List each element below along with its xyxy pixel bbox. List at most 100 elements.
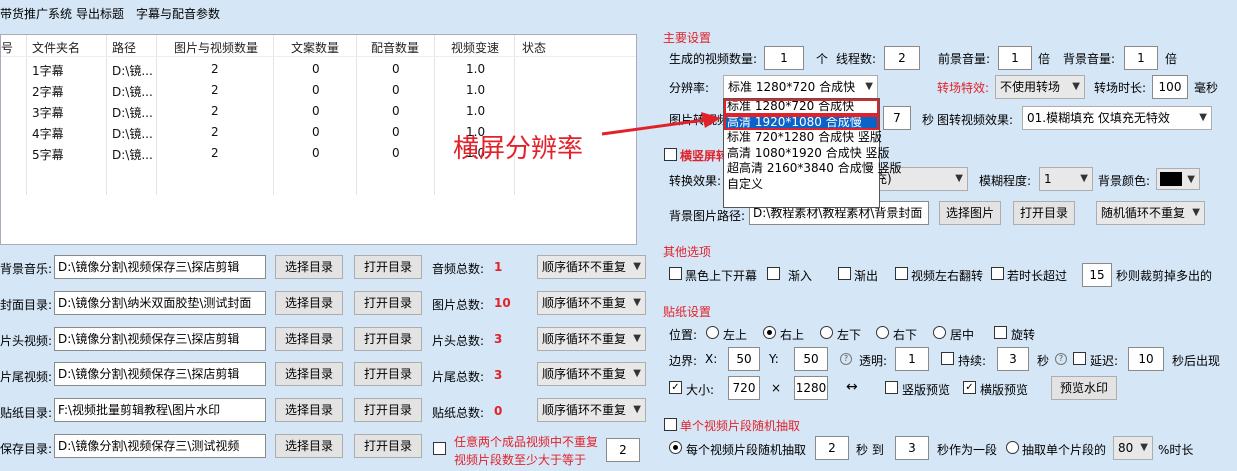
save-select-button[interactable]: 选择目录	[275, 434, 343, 458]
outro-mode-select[interactable]: 顺序循环不重复 ▼	[537, 362, 646, 386]
tab-export-title[interactable]: 导出标题	[76, 5, 124, 22]
image-effect-select[interactable]: 01.模糊填充 仅填充无特效 ▼	[1022, 106, 1212, 130]
outro-select-button[interactable]: 选择目录	[275, 362, 343, 386]
transition-select[interactable]: 不使用转场 ▼	[995, 75, 1085, 99]
cover-open-button[interactable]: 打开目录	[354, 291, 422, 315]
sticker-open-button[interactable]: 打开目录	[354, 398, 422, 422]
bgm-count-label: 音频总数:	[432, 262, 485, 276]
vertical-preview-checkbox[interactable]	[885, 381, 898, 394]
resolution-option[interactable]: 超高清 2160*3840 合成慢 竖版	[724, 161, 902, 177]
bg-volume-input[interactable]: 1	[1124, 46, 1158, 70]
each-segment-radio[interactable]	[669, 441, 682, 454]
resolution-dropdown-list[interactable]: 标准 1280*720 合成快 高清 1920*1080 合成慢 标准 720*…	[723, 98, 902, 208]
swap-icon[interactable]: ↔	[846, 379, 858, 395]
bgm-select-button[interactable]: 选择目录	[275, 255, 343, 279]
no-repeat-checkbox[interactable]	[433, 442, 446, 455]
cover-mode-select[interactable]: 顺序循环不重复 ▼	[537, 291, 646, 315]
save-path-field[interactable]: D:\镜像分割\视频保存三\测试视频\040	[54, 434, 266, 458]
sticker-select-button[interactable]: 选择目录	[275, 398, 343, 422]
resolution-option[interactable]: 标准 1280*720 合成快	[724, 99, 879, 115]
trim-checkbox[interactable]	[991, 267, 1004, 280]
flip-checkbox[interactable]	[895, 267, 908, 280]
rotate-label: 旋转	[1011, 328, 1036, 342]
tab-subtitle-voice[interactable]: 字幕与配音参数	[136, 5, 220, 22]
size-checkbox[interactable]: ✓	[669, 381, 682, 394]
preview-watermark-button[interactable]: 预览水印	[1051, 376, 1117, 400]
margin-y-input[interactable]: 50	[794, 347, 828, 371]
threads-label: 线程数:	[836, 52, 877, 66]
threads-input[interactable]: 2	[884, 46, 920, 70]
fade-in-checkbox[interactable]	[767, 267, 780, 280]
position-center-radio[interactable]	[933, 326, 946, 339]
gen-count-input[interactable]: 1	[764, 46, 804, 70]
random-extract-checkbox[interactable]	[664, 418, 677, 431]
no-repeat-line2: 视频片段数至少大于等于	[454, 453, 587, 467]
intro-select-button[interactable]: 选择目录	[275, 327, 343, 351]
resolution-option[interactable]: 高清 1920*1080 合成慢	[724, 114, 879, 130]
bgm-mode-select[interactable]: 顺序循环不重复 ▼	[537, 255, 646, 279]
size-width-input[interactable]: 720	[728, 376, 760, 400]
single-segment-radio[interactable]	[1006, 441, 1019, 454]
position-top-right-radio[interactable]	[763, 326, 776, 339]
bgm-path-field[interactable]: D:\镜像分割\视频保存三\探店剪辑\222	[54, 255, 266, 279]
chevron-down-icon: ▼	[633, 368, 641, 379]
delay-input[interactable]: 10	[1128, 347, 1164, 371]
random-extract-title: 单个视频片段随机抽取	[680, 419, 801, 433]
trim-seconds-input[interactable]: 15	[1082, 263, 1112, 287]
fg-volume-input[interactable]: 1	[998, 46, 1032, 70]
delay-checkbox[interactable]	[1073, 352, 1086, 365]
bg-color-picker[interactable]: ▼	[1156, 168, 1200, 190]
size-height-input[interactable]: 1280	[794, 376, 828, 400]
bg-image-mode-select[interactable]: 随机循环不重复 ▼	[1096, 201, 1205, 225]
image-duration-input[interactable]: 7	[883, 106, 911, 130]
bgm-open-button[interactable]: 打开目录	[354, 255, 422, 279]
resolution-option[interactable]: 标准 720*1280 合成快 竖版	[724, 130, 882, 146]
extract-max-input[interactable]: 3	[895, 436, 929, 460]
intro-mode-select[interactable]: 顺序循环不重复 ▼	[537, 327, 646, 351]
fade-out-checkbox[interactable]	[838, 267, 851, 280]
sticker-mode-select[interactable]: 顺序循环不重复 ▼	[537, 398, 646, 422]
position-top-left-radio[interactable]	[706, 326, 719, 339]
intro-path-field[interactable]: D:\镜像分割\视频保存三\探店剪辑\222	[54, 327, 266, 351]
outro-path-field[interactable]: D:\镜像分割\视频保存三\探店剪辑\222	[54, 362, 266, 386]
extract-segment-label: 秒作为一段	[937, 443, 998, 457]
cover-path-field[interactable]: D:\镜像分割\纳米双面胶垫\测试封面	[54, 291, 266, 315]
margin-x-input[interactable]: 50	[728, 347, 760, 371]
fg-volume-unit: 倍	[1038, 52, 1051, 66]
cover-select-button[interactable]: 选择目录	[275, 291, 343, 315]
resolution-option[interactable]: 自定义	[724, 177, 879, 193]
horizontal-preview-checkbox[interactable]: ✓	[963, 381, 976, 394]
outro-open-button[interactable]: 打开目录	[354, 362, 422, 386]
opacity-input[interactable]: 1	[895, 347, 929, 371]
col-status: 状态	[522, 41, 547, 55]
row-folder: 1字幕	[32, 64, 64, 78]
intro-open-button[interactable]: 打开目录	[354, 327, 422, 351]
position-bottom-left-radio[interactable]	[820, 326, 833, 339]
no-repeat-min-input[interactable]: 2	[606, 438, 640, 462]
duration-checkbox[interactable]	[941, 352, 954, 365]
bg-image-open-button[interactable]: 打开目录	[1013, 201, 1075, 225]
orientation-checkbox[interactable]	[664, 148, 677, 161]
extract-min-input[interactable]: 2	[815, 436, 849, 460]
resolution-select[interactable]: 标准 1280*720 合成快 ▼	[723, 75, 878, 99]
help-icon[interactable]: ?	[840, 353, 852, 365]
rotate-checkbox[interactable]	[994, 326, 1007, 339]
table-row[interactable]: 2字幕 D:\镜... 2 0 0 1.0	[1, 83, 636, 103]
percent-select[interactable]: 80 ▼	[1113, 436, 1153, 460]
bg-image-select-button[interactable]: 选择图片	[939, 201, 1001, 225]
black-curtain-checkbox[interactable]	[669, 267, 682, 280]
help-icon[interactable]: ?	[1055, 353, 1067, 365]
position-bottom-right-radio[interactable]	[876, 326, 889, 339]
tab-promotion[interactable]: 带货推广系统	[0, 5, 72, 22]
blur-level-select[interactable]: 1 ▼	[1039, 167, 1093, 191]
sticker-path-field[interactable]: F:\视频批量剪辑教程\图片水印	[54, 398, 266, 422]
row-path: D:\镜...	[112, 64, 153, 78]
save-open-button[interactable]: 打开目录	[354, 434, 422, 458]
transition-duration-input[interactable]: 100	[1152, 75, 1188, 99]
table-row[interactable]: 3字幕 D:\镜... 2 0 0 1.0	[1, 104, 636, 124]
duration-input[interactable]: 3	[997, 347, 1029, 371]
flip-label: 视频左右翻转	[911, 269, 984, 283]
resolution-option[interactable]: 高清 1080*1920 合成快 竖版	[724, 146, 890, 162]
table-row[interactable]: 1字幕 D:\镜... 2 0 0 1.0	[1, 62, 636, 82]
bg-volume-unit: 倍	[1165, 52, 1178, 66]
